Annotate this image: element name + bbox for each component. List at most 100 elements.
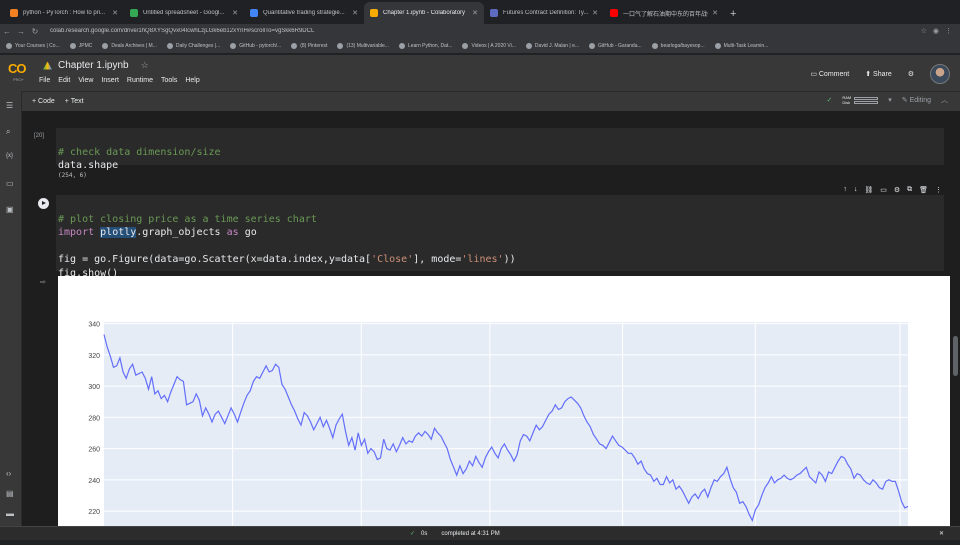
terminal-icon[interactable]: ▣ [6,205,14,214]
add-text-button[interactable]: + Text [65,98,84,105]
notebook-toolbar: + Code + Text ✓ RAM Disk ▾ ✎ Editing ︿ [22,91,960,111]
browser-tab[interactable]: Untitled spreadsheet - Googl... ✕ [124,2,244,24]
bookmark-item[interactable]: Learn Python, Dat... [398,42,452,49]
bookmark-item[interactable]: Daily Challenges |... [166,42,220,49]
bookmark-item[interactable]: (13) Multivariable... [337,42,389,49]
search-icon[interactable]: ⌕ [6,127,10,137]
resource-monitor[interactable]: RAM Disk [842,95,879,105]
bookmark-icon [166,42,173,49]
bookmark-item[interactable]: GitHub - Garanda... [589,42,642,49]
toolbar-right: ✓ RAM Disk ▾ ✎ Editing ︿ [827,95,949,105]
new-tab-button[interactable]: + [730,8,736,20]
code-snippets-icon[interactable]: ‹› [6,469,11,478]
browser-tab[interactable]: Chapter 1.ipynb - Colaboratory ✕ [364,2,484,24]
chevron-down-icon[interactable]: ▾ [888,96,892,104]
bookmark-icon [291,42,298,49]
avatar[interactable] [930,64,950,84]
code-cell-2[interactable]: # plot closing price as a time series ch… [56,195,944,279]
status-time: 0s [421,530,428,537]
back-icon[interactable]: ← [0,27,14,36]
menu-file[interactable]: File [39,77,50,84]
colab-logo[interactable]: CO [8,61,26,76]
browser-tab[interactable]: Futures Contract Definition: Ty... ✕ [484,2,604,24]
menu-view[interactable]: View [78,77,93,84]
bookmarks-bar: Your Courses | Co... JPMC Deals Archives |… [0,38,960,54]
notebook-title[interactable]: Chapter 1.ipynb [58,60,129,71]
bookmark-star-icon[interactable]: ☆ [921,27,927,35]
menu-insert[interactable]: Insert [101,77,119,84]
mirror-icon[interactable]: ⧉ [907,186,912,194]
bookmark-label: bearloga/bayesop... [660,42,705,49]
tab-close-icon[interactable]: ✕ [712,9,718,17]
bookmark-item[interactable]: bearloga/bayesop... [651,42,705,49]
console-icon[interactable]: ▬ [6,509,14,518]
bookmark-item[interactable]: GitHub - pytorch/... [230,42,282,49]
tab-label: Untitled spreadsheet - Googl... [143,10,225,16]
delete-icon[interactable]: 🗑 [919,186,928,194]
closing-price-chart[interactable]: 220240260280300320340Mar 2022May 2022Jul… [58,276,950,542]
browser-tab[interactable]: python - PyTorch : How to pri... ✕ [4,2,124,24]
move-up-icon[interactable]: ↑ [843,186,847,194]
cell-1-output: (254, 6) [58,172,87,179]
variables-icon[interactable]: {x} [6,153,13,159]
plotly-output[interactable]: 220240260280300320340Mar 2022May 2022Jul… [58,276,950,542]
command-palette-icon[interactable]: ▤ [6,489,14,498]
menu-icon[interactable]: ⋮ [945,27,952,35]
menu-tools[interactable]: Tools [161,77,177,84]
menu-edit[interactable]: Edit [58,77,70,84]
forward-icon[interactable]: → [14,27,28,36]
star-icon[interactable]: ☆ [141,60,149,71]
scrollbar[interactable] [952,111,958,540]
bookmark-icon [102,42,109,49]
tab-close-icon[interactable]: ✕ [232,9,238,17]
y-tick-label: 260 [88,447,100,454]
comment-icon[interactable]: ▭ [880,186,887,194]
browser-tab[interactable]: Quantitative trading strategie... ✕ [244,2,364,24]
editing-indicator[interactable]: ✎ Editing [902,96,931,104]
gear-icon[interactable]: ⚙ [908,70,914,78]
bookmark-item[interactable]: JPMC [69,42,92,49]
tab-close-icon[interactable]: ✕ [592,9,598,17]
bookmark-label: Deals Archives | M... [111,42,157,49]
bookmark-item[interactable]: (8) Pinterest [291,42,327,49]
bookmark-label: Your Courses | Co... [15,42,60,49]
settings-icon[interactable]: ⚙ [894,186,900,194]
collapse-icon[interactable]: ︿ [941,95,948,105]
menu-runtime[interactable]: Runtime [127,77,153,84]
scrollbar-thumb[interactable] [953,336,958,376]
move-down-icon[interactable]: ↓ [854,186,858,194]
browser-tab[interactable]: 一口气了解石油期中东的百年战争 ✕ [604,2,724,24]
run-cell-button[interactable] [38,198,49,209]
bookmark-label: Multi-Task Learnin... [723,42,769,49]
more-icon[interactable]: ⋮ [935,186,942,194]
output-icon[interactable]: ⇨ [40,278,46,286]
toc-icon[interactable]: ☰ [6,101,13,110]
comment-button[interactable]: ▭ Comment [810,70,849,78]
code-cell-1[interactable]: # check data dimension/size data.shape [56,128,944,171]
url-input[interactable]: colab.research.google.com/drive/1hQ8XYSg… [50,28,921,34]
tab-close-icon[interactable]: ✕ [112,9,118,17]
menu-help[interactable]: Help [185,77,199,84]
bookmark-item[interactable]: Your Courses | Co... [6,42,60,49]
cell-1-comment: # check data dimension/size [58,146,221,158]
bookmark-item[interactable]: Videos | A 2020 Vi... [462,42,516,49]
menu-bar: File Edit View Insert Runtime Tools Help [39,77,200,84]
tab-close-icon[interactable]: ✕ [352,9,358,17]
bookmark-item[interactable]: Deals Archives | M... [102,42,157,49]
y-tick-label: 300 [88,384,100,391]
tab-close-icon[interactable]: ✕ [472,9,478,17]
bookmark-label: GitHub - pytorch/... [239,42,282,49]
link-icon[interactable]: ⛓ [864,186,873,194]
add-code-button[interactable]: + Code [32,98,55,105]
status-check-icon: ✓ [410,531,416,537]
bookmark-item[interactable]: Multi-Task Learnin... [714,42,769,49]
bookmark-icon [714,42,721,49]
share-button[interactable]: ⬆ Share [865,70,892,78]
bookmark-item[interactable]: David J. Malan | e... [525,42,579,49]
close-status-icon[interactable]: ✕ [939,530,944,537]
extension-icon[interactable]: ◉ [933,27,939,35]
notebook-area: [20] # check data dimension/size data.sh… [22,111,960,542]
bookmark-label: Videos | A 2020 Vi... [471,42,516,49]
reload-icon[interactable]: ↻ [28,27,42,36]
folder-icon[interactable]: ▭ [6,179,14,188]
